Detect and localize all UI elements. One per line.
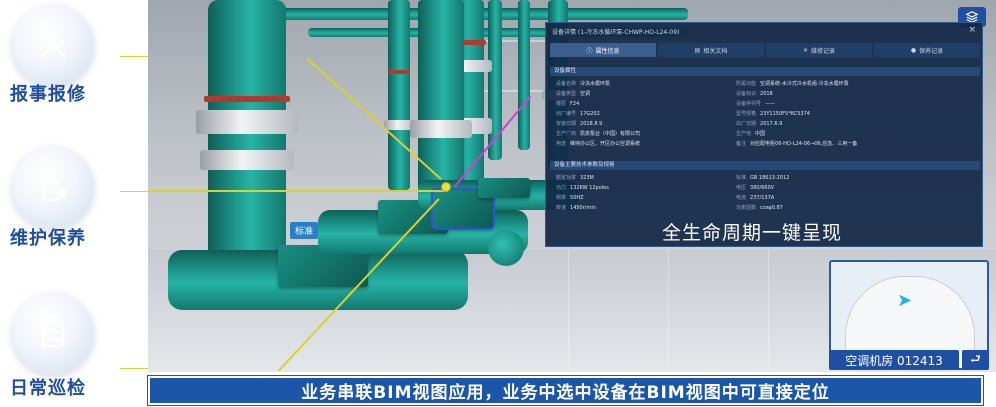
attr-row: 生产地 中国 — [736, 131, 766, 137]
pump-valve — [488, 230, 524, 266]
panel-caption: 全生命周期一键呈现 — [662, 222, 843, 244]
device-detail-panel: 设备详情 (1-冷冻水循环泵-CHWP-HO-L24-09) × ⓘ 属性信息 ▤… — [545, 22, 983, 247]
pipe — [208, 0, 286, 280]
tab-attributes[interactable]: ⓘ 属性信息 — [550, 43, 656, 57]
pipe — [388, 0, 410, 190]
spec-row: 标准 GB 18613-2012 — [736, 175, 790, 181]
feature-sidebar: 报事报修 维护保养 日常巡检 — [0, 0, 148, 407]
floor-line — [568, 250, 569, 372]
spec-row: 功率因数 cosφ0.87 — [736, 205, 783, 211]
spec-row: 频率 50HZ — [556, 195, 584, 201]
pipe — [518, 0, 530, 150]
connector-line — [120, 56, 148, 57]
bottom-banner: 业务串联BIM视图应用，业务中选中设备在BIM视图中可直接定位 — [147, 375, 984, 406]
attr-row: 安装日期 2018.8.9 — [556, 121, 603, 127]
attr-row: 设备序列号 —— — [736, 101, 776, 107]
return-icon[interactable]: ⮐ — [962, 350, 989, 370]
feature-label: 日常巡检 — [10, 378, 86, 399]
attr-row: 楼层 F24 — [556, 101, 580, 107]
attr-row: 设备名称 冷冻水循环泵 — [556, 81, 611, 87]
tab-documents[interactable]: ▤ 相关文档 — [658, 43, 764, 57]
panel-title: 设备详情 (1-冷冻水循环泵-CHWP-HO-L24-09) — [552, 29, 680, 36]
info-icon: ⓘ — [586, 47, 593, 55]
attr-row: 型号规格 23Y1150F5*KC5374 — [736, 111, 810, 117]
document-icon: ▤ — [694, 46, 701, 54]
flange — [196, 110, 298, 134]
oil-bottle-icon — [12, 146, 94, 228]
feature-label: 维护保养 — [10, 228, 86, 249]
spec-row: 电流 237/137A — [736, 195, 775, 201]
highlight-line — [148, 190, 448, 192]
person-icon: ● — [910, 46, 917, 54]
floor-line — [668, 250, 669, 372]
device-tag[interactable]: 标准 — [290, 222, 319, 239]
highlight-point — [441, 182, 451, 192]
flange — [410, 120, 472, 138]
spec-row: 额定功率 323M — [556, 175, 594, 181]
spec-row: 转速 1450r/min — [556, 205, 596, 211]
clipboard-check-icon — [12, 292, 94, 374]
attr-row: 备注 对应配电柜06-HO-L24-06→06,应急、三用一备 — [736, 141, 858, 147]
attr-row: 设备类型 空调 — [556, 91, 591, 97]
spec-row: 功力 132KW 12poles — [556, 185, 609, 191]
floor-line — [768, 250, 769, 372]
connector-line — [120, 368, 148, 369]
section-header: 设备主要技术参数及规格 — [550, 161, 980, 170]
attr-row: 所属功能 空调系统-水冷式冷水机组-冷冻水循环泵 — [736, 81, 849, 87]
feature-label: 报事报修 — [10, 84, 86, 105]
position-arrow-icon: ➤ — [897, 290, 913, 311]
flange — [200, 150, 294, 170]
attr-row: 出厂编号 17G202 — [556, 111, 600, 117]
flange — [388, 70, 410, 74]
close-icon[interactable]: × — [968, 25, 976, 35]
attr-row: 出厂日期 2017.6.9 — [736, 121, 783, 127]
tools-icon: ✕ — [802, 46, 808, 54]
pump-motor — [478, 178, 530, 198]
connector-line — [120, 191, 148, 192]
section-header: 设备属性 — [550, 67, 980, 76]
pipe — [418, 0, 464, 200]
room-label[interactable]: 空调机房 012413 — [829, 350, 959, 370]
attr-row: 生产厂商 凯泉泵业（中国）有限公司 — [556, 131, 641, 137]
attr-row: 设备标识 2018 — [736, 91, 773, 97]
panel-tabs: ⓘ 属性信息 ▤ 相关文档 ✕ 维修记录 ● 保养记录 — [550, 43, 980, 57]
tab-repair-records[interactable]: ✕ 维修记录 — [766, 43, 872, 57]
spec-row: 电压 380/660V — [736, 185, 775, 191]
flange — [204, 96, 290, 102]
wrench-screwdriver-icon — [12, 4, 94, 86]
attr-row: 用途 维持办公区、开区办公空调系统 — [556, 141, 641, 147]
tab-maintenance-records[interactable]: ● 保养记录 — [874, 43, 980, 57]
